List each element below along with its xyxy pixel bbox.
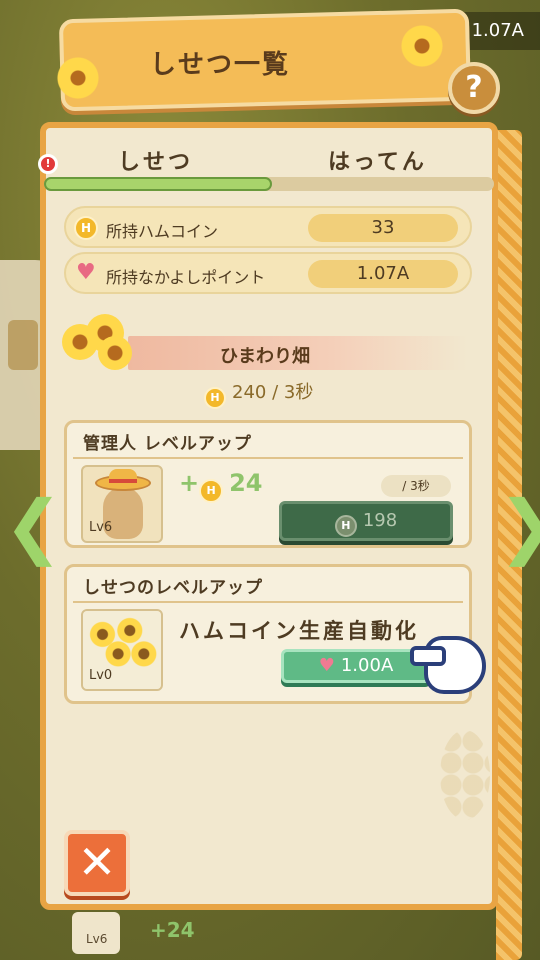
sunflower-field-icon <box>62 314 132 372</box>
background-item-level: Lv6 <box>86 932 108 946</box>
hamcoin-icon: H <box>204 387 226 409</box>
sunflower-icon <box>400 24 444 68</box>
background-item-bonus: +24 <box>150 918 195 942</box>
page-title: しせつ一覧 <box>150 50 291 80</box>
pointer-hand-icon <box>410 636 486 694</box>
alert-badge: ! <box>38 154 58 174</box>
facility-level: Lv0 <box>89 668 113 683</box>
manager-card-title: 管理人 レベルアップ <box>83 434 252 454</box>
facility-name: ひまわり畑 <box>220 346 310 367</box>
divider <box>73 601 463 603</box>
manager-bonus: + H 24 <box>179 469 263 503</box>
heart-icon: ♥ <box>318 655 335 676</box>
hamcoin-value: 33 <box>308 214 458 242</box>
previous-facility-arrow[interactable]: ❮ <box>4 488 63 564</box>
sunflower-icon <box>56 56 100 100</box>
tab-indicator-active <box>44 177 272 191</box>
facility-levelup-card: しせつのレベルアップ Lv0 ハムコイン生産自動化 ♥ 1.00A <box>64 564 472 704</box>
friendship-stat: ♥ 所持なかよしポイント 1.07A <box>64 252 472 294</box>
friendship-value: 1.07A <box>308 260 458 288</box>
production-rate: H 240 / 3秒 <box>204 378 313 409</box>
hamcoin-icon: H <box>74 216 98 240</box>
facility-portrait: Lv0 <box>81 609 163 691</box>
hamcoin-icon: H <box>199 479 224 503</box>
automation-buy-button[interactable]: ♥ 1.00A <box>281 649 431 683</box>
manager-portrait: Lv6 <box>81 465 163 543</box>
manager-level: Lv6 <box>89 520 113 535</box>
automation-label: ハムコイン生産自動化 <box>179 619 419 643</box>
manager-levelup-button[interactable]: H 198 <box>279 501 453 541</box>
facility-card-title: しせつのレベルアップ <box>83 578 263 598</box>
heart-icon: ♥ <box>76 260 96 285</box>
hamcoin-stat: H 所持ハムコイン 33 <box>64 206 472 248</box>
help-button[interactable]: ? <box>448 62 500 114</box>
next-facility-arrow[interactable]: ❯ <box>498 488 540 564</box>
divider <box>73 457 463 459</box>
hamcoin-label: 所持ハムコイン <box>106 222 219 241</box>
friendship-label: 所持なかよしポイント <box>106 268 266 287</box>
close-button[interactable]: ✕ <box>64 830 130 896</box>
production-rate-value: 240 / 3秒 <box>232 382 314 403</box>
manager-rate-label: / 3秒 <box>381 475 451 497</box>
tab-development[interactable]: はってん <box>328 144 427 176</box>
tab-facility[interactable]: しせつ <box>118 144 193 176</box>
hamcoin-icon: H <box>334 515 357 537</box>
lace-decoration <box>440 730 490 820</box>
manager-levelup-card: 管理人 レベルアップ Lv6 + H 24 / 3秒 H 198 <box>64 420 472 548</box>
